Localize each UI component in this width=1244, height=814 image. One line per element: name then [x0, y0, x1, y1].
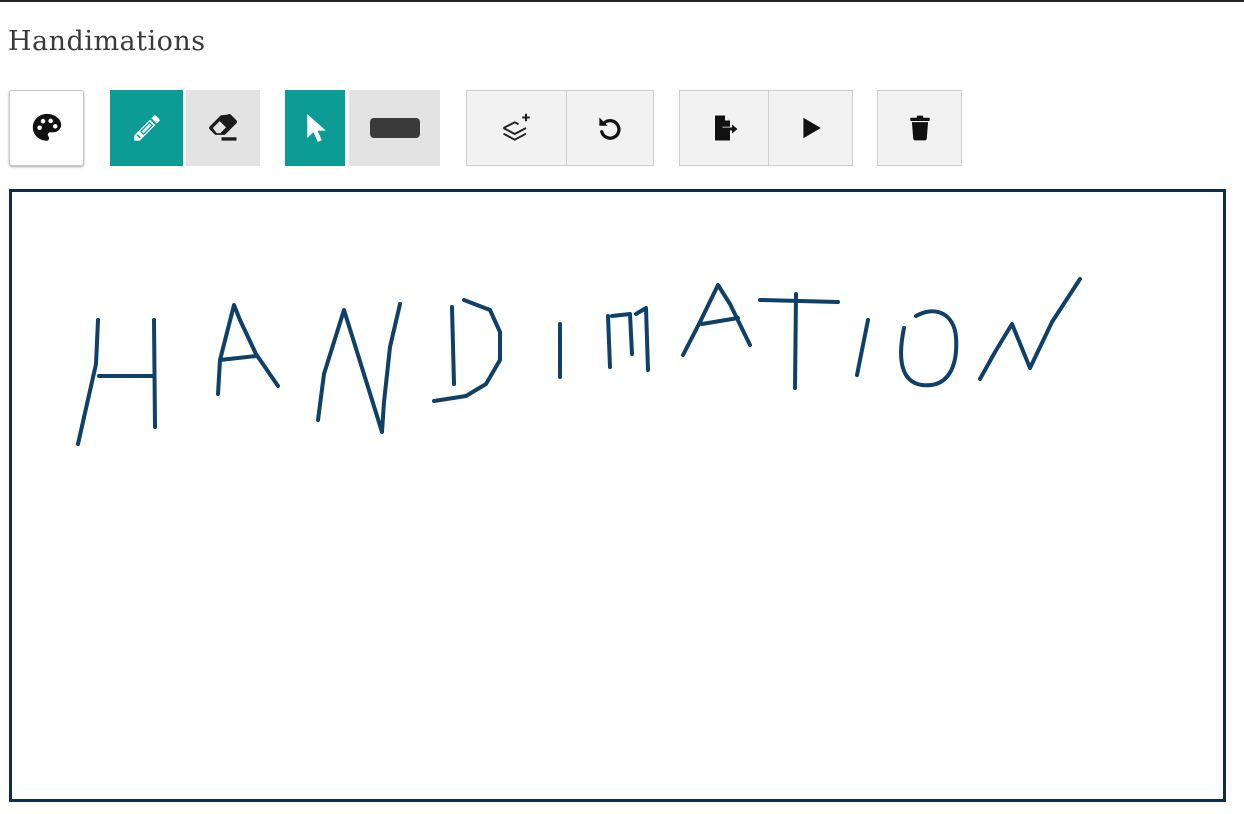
- top-rule: [0, 0, 1244, 2]
- stroke-letter-a2: [681, 283, 752, 357]
- layers-plus-icon: [502, 113, 530, 141]
- stroke-letter-t: [758, 292, 840, 390]
- file-export-icon: [714, 115, 737, 141]
- stroke-letter-m: [606, 306, 650, 372]
- add-layer-button[interactable]: [466, 90, 567, 166]
- stroke-letter-n: [316, 302, 402, 434]
- undo-button[interactable]: [566, 90, 654, 166]
- stroke-letter-h: [76, 318, 157, 446]
- play-icon: [802, 117, 821, 139]
- undo-icon: [599, 117, 621, 140]
- stroke-size-icon: [369, 118, 420, 138]
- stroke-letter-n2: [978, 277, 1082, 381]
- stroke-letter-a: [216, 303, 280, 396]
- stroke-letter-i2: [855, 318, 870, 377]
- select-tool-button[interactable]: [285, 90, 345, 166]
- play-button[interactable]: [768, 90, 853, 166]
- export-button[interactable]: [679, 90, 770, 166]
- drawing-canvas[interactable]: [9, 189, 1226, 802]
- handwritten-drawing: [76, 277, 1082, 446]
- pencil-icon: [133, 115, 160, 141]
- eraser-tool-button[interactable]: [186, 90, 260, 166]
- trash-icon: [909, 115, 930, 141]
- stroke-letter-d: [432, 298, 502, 403]
- app-title: Handimations: [8, 26, 206, 57]
- color-palette-button[interactable]: [9, 90, 84, 166]
- stroke-letter-o: [899, 309, 959, 388]
- delete-button[interactable]: [877, 90, 962, 166]
- pencil-tool-button[interactable]: [110, 90, 183, 166]
- eraser-icon: [209, 113, 238, 141]
- brush-size-button[interactable]: [349, 90, 440, 166]
- pointer-icon: [307, 114, 326, 142]
- palette-icon: [32, 113, 61, 141]
